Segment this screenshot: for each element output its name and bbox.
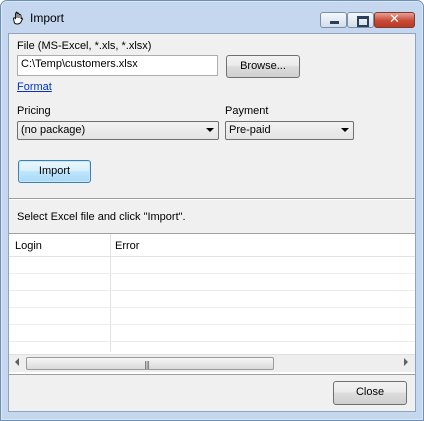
payment-select-value: Pre-paid [229,124,271,136]
results-grid[interactable]: Login Error ||| [9,233,415,375]
import-button[interactable]: Import [18,160,91,183]
minimize-button[interactable] [320,12,347,28]
status-text: Select Excel file and click "Import". [17,211,186,223]
browse-button[interactable]: Browse... [226,55,300,78]
close-icon: ✕ [389,12,400,27]
title-bar[interactable]: Import ✕ [1,1,423,33]
table-row[interactable] [9,325,415,342]
column-header-login[interactable]: Login [15,240,42,252]
table-row[interactable] [9,274,415,291]
file-path-input[interactable]: C:\Temp\customers.xlsx [17,55,218,76]
scrollbar-thumb[interactable]: ||| [26,357,274,370]
column-header-error[interactable]: Error [115,240,139,252]
maximize-icon [357,16,369,27]
pricing-label: Pricing [17,105,51,117]
payment-select[interactable]: Pre-paid [225,121,354,140]
table-row[interactable] [9,257,415,274]
grid-header: Login Error [9,234,415,257]
close-button[interactable]: Close [333,381,407,405]
dialog-body: File (MS-Excel, *.xls, *.xlsx) C:\Temp\c… [8,33,416,412]
chevron-down-icon [206,128,214,132]
horizontal-scrollbar[interactable]: ||| [9,354,415,372]
minimize-icon [330,21,339,24]
window-title: Import [30,11,65,25]
chevron-down-icon [341,128,349,132]
grip-icon: ||| [144,360,150,369]
file-label: File (MS-Excel, *.xls, *.xlsx) [17,40,152,52]
divider [9,198,415,200]
format-link[interactable]: Format [17,81,52,93]
pricing-select-value: (no package) [21,124,86,136]
import-window: Import ✕ File (MS-Excel, *.xls, *.xlsx) … [0,0,424,421]
maximize-button[interactable] [347,12,374,28]
payment-label: Payment [225,105,269,117]
table-row[interactable] [9,291,415,308]
scroll-right-icon[interactable] [404,358,408,366]
pricing-select[interactable]: (no package) [17,121,219,140]
table-row[interactable] [9,308,415,325]
hand-icon [13,11,23,25]
scroll-left-icon[interactable] [15,358,19,366]
window-close-button[interactable]: ✕ [374,12,415,28]
